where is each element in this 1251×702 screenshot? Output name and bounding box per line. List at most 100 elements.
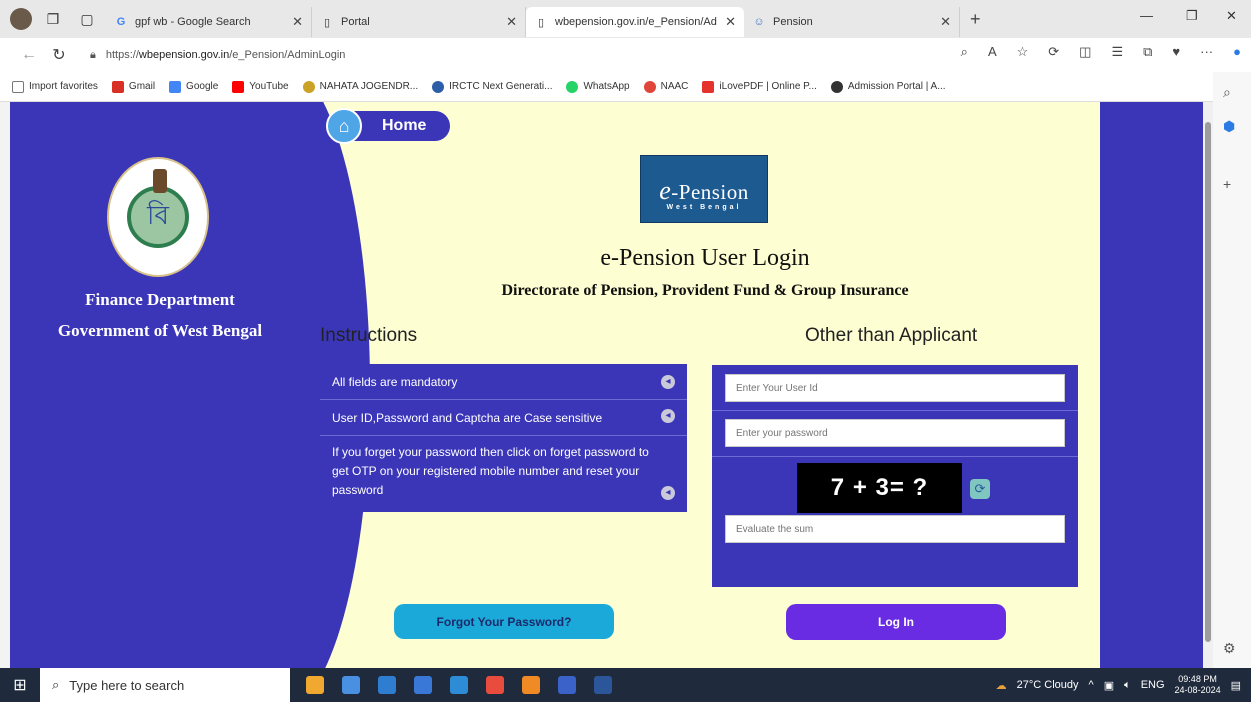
bullet-icon: ◂ bbox=[661, 486, 675, 500]
bookmark-ilovepdf[interactable]: iLovePDF | Online P... bbox=[702, 80, 817, 93]
settings-gear-icon[interactable]: ⚙ bbox=[1223, 640, 1236, 657]
close-icon[interactable]: ✕ bbox=[292, 14, 303, 30]
clock[interactable]: 09:48 PM 24-08-2024 bbox=[1175, 674, 1221, 696]
network-icon[interactable]: ▣ bbox=[1104, 679, 1114, 692]
bookmark-google[interactable]: Google bbox=[169, 80, 218, 93]
copilot-icon[interactable]: ● bbox=[1233, 44, 1241, 60]
ilovepdf-icon bbox=[702, 80, 715, 93]
windows-start-icon[interactable]: ⊞ bbox=[0, 675, 40, 695]
taskbar-apps bbox=[306, 676, 612, 694]
tab-actions-icon[interactable]: ▢ bbox=[74, 6, 100, 32]
close-icon[interactable]: ✕ bbox=[506, 14, 517, 30]
whatsapp-icon bbox=[566, 80, 579, 93]
weather-text[interactable]: 27°C Cloudy bbox=[1017, 679, 1079, 691]
page-icon: ▯ bbox=[537, 16, 545, 29]
forgot-password-button[interactable]: Forgot Your Password? bbox=[394, 604, 614, 639]
back-icon[interactable]: ← bbox=[14, 46, 44, 64]
collections-icon[interactable]: ⧉ bbox=[1143, 44, 1152, 60]
url-field[interactable]: 🔒︎ https:// wbepension.gov.in /e_Pension… bbox=[86, 43, 886, 67]
browser-essentials-icon[interactable]: ♥ bbox=[1172, 44, 1180, 60]
split-screen-icon[interactable]: ◫ bbox=[1079, 44, 1091, 60]
captcha-sum-input[interactable] bbox=[725, 515, 1065, 543]
login-subtitle: Directorate of Pension, Provident Fund &… bbox=[501, 282, 909, 299]
bookmark-naac[interactable]: NAAC bbox=[643, 80, 688, 93]
taskbar-app-icon[interactable] bbox=[522, 676, 540, 694]
add-sidebar-icon[interactable]: + bbox=[1223, 176, 1231, 192]
bookmark-import-favorites[interactable]: Import favorites bbox=[12, 80, 98, 93]
page-scrollbar[interactable] bbox=[1203, 102, 1213, 668]
volume-icon[interactable]: 🔈︎ bbox=[1124, 679, 1131, 692]
restore-icon[interactable]: ❐ bbox=[1186, 8, 1198, 24]
close-icon[interactable]: ✕ bbox=[940, 14, 951, 30]
taskbar-app-icon[interactable] bbox=[486, 676, 504, 694]
zoom-icon[interactable]: ⌕ bbox=[961, 44, 968, 60]
taskbar-search[interactable]: ⌕ Type here to search bbox=[40, 668, 290, 702]
other-than-applicant-heading: Other than Applicant bbox=[805, 325, 978, 346]
close-icon[interactable]: ✕ bbox=[725, 14, 736, 30]
instruction-item: User ID,Password and Captcha are Case se… bbox=[320, 400, 687, 436]
page-icon: ▯ bbox=[323, 16, 331, 29]
address-bar-row: ← ↻ 🔒︎ https:// wbepension.gov.in /e_Pen… bbox=[0, 38, 1251, 72]
password-input[interactable] bbox=[725, 419, 1065, 447]
taskbar-app-icon[interactable] bbox=[414, 676, 432, 694]
bookmark-youtube[interactable]: YouTube bbox=[232, 80, 289, 93]
more-icon[interactable]: ··· bbox=[1200, 44, 1213, 60]
office-icon[interactable]: ⬢ bbox=[1223, 118, 1235, 135]
lock-icon: 🔒︎ bbox=[90, 48, 96, 61]
minimize-icon[interactable]: — bbox=[1140, 8, 1153, 23]
url-prefix: https:// bbox=[105, 49, 139, 61]
new-tab-button[interactable]: + bbox=[970, 9, 981, 30]
logo-title: -Pension bbox=[671, 180, 749, 204]
admission-portal-icon bbox=[830, 80, 843, 93]
bookmark-nahata[interactable]: NAHATA JOGENDR... bbox=[302, 80, 418, 93]
gmail-icon bbox=[111, 80, 124, 93]
bookmark-admission-portal[interactable]: Admission Portal | A... bbox=[830, 80, 946, 93]
bullet-icon: ◂ bbox=[661, 375, 675, 389]
taskbar-app-icon[interactable] bbox=[594, 676, 612, 694]
tray-chevron-icon[interactable]: ^ bbox=[1089, 679, 1094, 691]
tab-pension[interactable]: ☺ Pension ✕ bbox=[744, 7, 960, 37]
emblem-seal: বি bbox=[127, 186, 189, 248]
google-icon bbox=[169, 80, 182, 93]
login-button[interactable]: Log In bbox=[786, 604, 1006, 640]
divider bbox=[712, 410, 1078, 411]
search-icon[interactable]: ⌕ bbox=[1223, 84, 1231, 101]
read-aloud-icon[interactable]: A bbox=[988, 44, 997, 60]
user-id-input[interactable] bbox=[725, 374, 1065, 402]
scrollbar-thumb[interactable] bbox=[1205, 122, 1211, 642]
favorites-icon[interactable]: ☰ bbox=[1111, 44, 1123, 60]
language-indicator[interactable]: ENG bbox=[1141, 679, 1165, 691]
right-panel bbox=[1100, 102, 1203, 668]
taskbar-app-icon[interactable] bbox=[450, 676, 468, 694]
workspaces-icon[interactable]: ❐ bbox=[40, 6, 66, 32]
bookmark-gmail[interactable]: Gmail bbox=[111, 80, 155, 93]
notifications-icon[interactable]: ▤ bbox=[1231, 679, 1241, 692]
captcha-refresh-icon[interactable]: ⟳ bbox=[970, 479, 990, 499]
profile-avatar[interactable] bbox=[10, 8, 32, 30]
instructions-list: All fields are mandatory ◂ User ID,Passw… bbox=[320, 364, 687, 512]
taskbar-app-icon[interactable] bbox=[558, 676, 576, 694]
extensions-icon[interactable]: ⟳ bbox=[1048, 44, 1059, 60]
taskbar-search-placeholder: Type here to search bbox=[69, 677, 185, 693]
window-close-icon[interactable]: ✕ bbox=[1226, 8, 1237, 24]
logo-e: e bbox=[659, 176, 672, 205]
west-bengal-emblem: বি bbox=[107, 157, 209, 277]
clock-time: 09:48 PM bbox=[1178, 674, 1217, 684]
refresh-icon[interactable]: ↻ bbox=[44, 45, 74, 65]
taskbar-app-icon[interactable] bbox=[342, 676, 360, 694]
instruction-item: If you forget your password then click o… bbox=[320, 436, 687, 512]
naac-icon bbox=[643, 80, 656, 93]
taskbar-app-icon[interactable] bbox=[378, 676, 396, 694]
favorite-star-icon[interactable]: ☆ bbox=[1017, 44, 1029, 60]
dept-line-1: Finance Department bbox=[85, 290, 235, 309]
tab-title: Pension bbox=[773, 16, 813, 28]
bookmark-irctc[interactable]: IRCTC Next Generati... bbox=[432, 80, 552, 93]
bookmark-whatsapp[interactable]: WhatsApp bbox=[566, 80, 630, 93]
home-link[interactable]: ⌂ Home bbox=[326, 108, 450, 144]
address-bar-icons: ⌕ A ☆ ⟳ ◫ ☰ ⧉ ♥ ··· ● bbox=[961, 44, 1241, 60]
tab-wbepension[interactable]: ▯ wbepension.gov.in/e_Pension/Ad ✕ bbox=[526, 7, 744, 37]
tab-portal[interactable]: ▯ Portal ✕ bbox=[312, 7, 526, 37]
tab-gpf-search[interactable]: G gpf wb - Google Search ✕ bbox=[106, 7, 312, 37]
taskbar-app-icon[interactable] bbox=[306, 676, 324, 694]
login-form: 7 + 3= ? ⟳ bbox=[712, 365, 1078, 587]
